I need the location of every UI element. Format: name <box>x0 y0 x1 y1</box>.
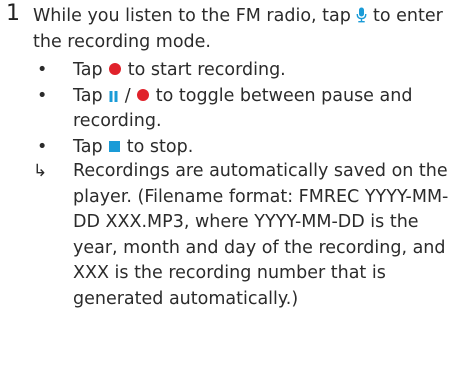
bullet-text: Tap <box>73 85 109 106</box>
result-text: Recordings are automatically saved on th… <box>73 161 449 309</box>
list-item: • Tap to stop. <box>33 135 453 161</box>
list-item: • Tap / to toggle between pause and reco… <box>33 84 453 135</box>
microphone-icon <box>356 7 367 23</box>
result-note: ↳ Recordings are automatically saved on … <box>33 159 453 312</box>
step-text: While you listen to the FM radio, tap to… <box>33 4 453 55</box>
bullet-text: to stop. <box>121 136 194 157</box>
step-number: 1 <box>6 1 20 26</box>
stop-icon <box>109 140 121 152</box>
bullet-text: / <box>119 85 137 106</box>
bullet-text: Tap <box>73 60 109 80</box>
bullet-symbol: • <box>37 60 48 80</box>
bullet-symbol: • <box>37 136 48 157</box>
record-icon <box>137 88 150 101</box>
bullet-text: Tap <box>73 136 109 157</box>
result-arrow-icon: ↳ <box>33 161 48 181</box>
step-text-before: While you listen to the FM radio, tap <box>33 6 357 26</box>
instruction-list: • Tap to start recording. • Tap / to tog… <box>33 58 453 160</box>
bullet-symbol: • <box>37 85 48 106</box>
bullet-text: to start recording. <box>122 60 286 80</box>
pause-icon <box>109 90 118 102</box>
list-item: • Tap to start recording. <box>33 58 453 84</box>
record-icon <box>109 63 122 75</box>
